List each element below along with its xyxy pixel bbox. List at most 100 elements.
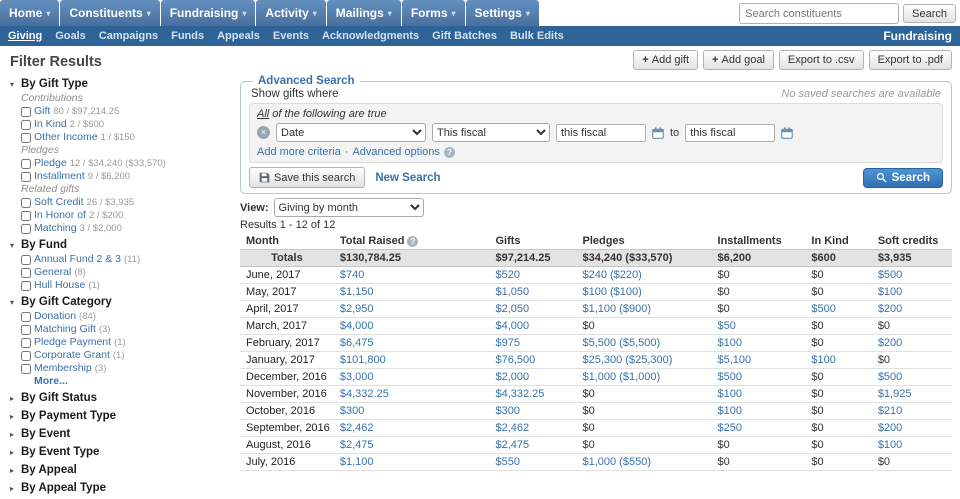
filter-checkbox[interactable]: [21, 133, 31, 143]
filter-link[interactable]: Pledge: [34, 157, 67, 170]
filter-checkbox[interactable]: [21, 338, 31, 348]
filter-checkbox[interactable]: [21, 351, 31, 361]
filter-checkbox[interactable]: [21, 224, 31, 234]
gift-amount-link[interactable]: $210: [878, 405, 902, 417]
gift-amount-link[interactable]: $740: [340, 269, 364, 281]
criteria-operator-select[interactable]: This fiscal: [432, 123, 550, 142]
filter-group-toggle[interactable]: ▸By Gift Status: [10, 391, 226, 406]
add-gift-button[interactable]: +Add gift: [633, 50, 698, 70]
filter-checkbox[interactable]: [21, 281, 31, 291]
gift-amount-link[interactable]: $200: [878, 303, 902, 315]
gift-amount-link[interactable]: $100: [811, 354, 835, 366]
advanced-search-button[interactable]: Search: [863, 168, 943, 188]
subnav-gift-batches[interactable]: Gift Batches: [432, 26, 497, 46]
gift-amount-link[interactable]: $240 ($220): [582, 269, 641, 281]
filter-group-toggle[interactable]: ▸By Payment Type: [10, 409, 226, 424]
search-input[interactable]: [739, 3, 899, 24]
date-start-input[interactable]: [556, 124, 646, 142]
subnav-funds[interactable]: Funds: [171, 26, 204, 46]
gift-amount-link[interactable]: $200: [878, 422, 902, 434]
gift-amount-link[interactable]: $500: [878, 269, 902, 281]
rule-all-toggle[interactable]: All: [257, 108, 269, 120]
gift-amount-link[interactable]: $4,332.25: [495, 388, 544, 400]
gift-amount-link[interactable]: $100: [718, 405, 742, 417]
filter-checkbox[interactable]: [21, 211, 31, 221]
advanced-options-link[interactable]: Advanced options: [352, 145, 439, 159]
criteria-field-select[interactable]: Date: [276, 123, 426, 142]
gift-amount-link[interactable]: $200: [878, 337, 902, 349]
filter-checkbox[interactable]: [21, 159, 31, 169]
gift-amount-link[interactable]: $2,950: [340, 303, 374, 315]
calendar-icon[interactable]: [781, 127, 793, 139]
new-search-link[interactable]: New Search: [375, 172, 440, 184]
subnav-acknowledgments[interactable]: Acknowledgments: [322, 26, 419, 46]
calendar-icon[interactable]: [652, 127, 664, 139]
gift-amount-link[interactable]: $1,100 ($900): [582, 303, 651, 315]
gift-amount-link[interactable]: $2,475: [340, 439, 374, 451]
gift-amount-link[interactable]: $300: [340, 405, 364, 417]
menu-settings[interactable]: Settings▾: [466, 0, 539, 26]
filter-checkbox[interactable]: [21, 107, 31, 117]
gift-amount-link[interactable]: $76,500: [495, 354, 535, 366]
gift-amount-link[interactable]: $101,800: [340, 354, 386, 366]
gift-amount-link[interactable]: $250: [718, 422, 742, 434]
gift-amount-link[interactable]: $100: [718, 337, 742, 349]
filter-link[interactable]: In Kind: [34, 118, 67, 131]
subnav-goals[interactable]: Goals: [55, 26, 86, 46]
gift-amount-link[interactable]: $100 ($100): [582, 286, 641, 298]
filter-link[interactable]: Gift: [34, 105, 50, 118]
gift-amount-link[interactable]: $4,332.25: [340, 388, 389, 400]
filter-link[interactable]: Matching Gift: [34, 323, 96, 336]
filter-checkbox[interactable]: [21, 312, 31, 322]
menu-constituents[interactable]: Constituents▾: [60, 0, 159, 26]
subnav-campaigns[interactable]: Campaigns: [99, 26, 158, 46]
gift-amount-link[interactable]: $5,500 ($5,500): [582, 337, 660, 349]
gift-amount-link[interactable]: $3,000: [340, 371, 374, 383]
help-icon[interactable]: ?: [444, 147, 455, 158]
filter-group-toggle[interactable]: ▾By Gift Type: [10, 77, 226, 92]
gift-amount-link[interactable]: $4,000: [340, 320, 374, 332]
gift-amount-link[interactable]: $520: [495, 269, 519, 281]
gift-amount-link[interactable]: $100: [718, 388, 742, 400]
gift-amount-link[interactable]: $2,462: [340, 422, 374, 434]
filter-link[interactable]: Annual Fund 2 & 3: [34, 253, 121, 266]
filter-link[interactable]: Corporate Grant: [34, 349, 110, 362]
gift-amount-link[interactable]: $1,925: [878, 388, 912, 400]
gift-amount-link[interactable]: $25,300 ($25,300): [582, 354, 672, 366]
filter-checkbox[interactable]: [21, 172, 31, 182]
export-to-pdf-button[interactable]: Export to .pdf: [869, 50, 952, 70]
gift-amount-link[interactable]: $5,100: [718, 354, 752, 366]
gift-amount-link[interactable]: $4,000: [495, 320, 529, 332]
gift-amount-link[interactable]: $975: [495, 337, 519, 349]
menu-activity[interactable]: Activity▾: [256, 0, 325, 26]
search-button[interactable]: Search: [903, 4, 956, 23]
gift-amount-link[interactable]: $300: [495, 405, 519, 417]
gift-amount-link[interactable]: $500: [878, 371, 902, 383]
filter-link[interactable]: Installment: [34, 170, 85, 183]
gift-amount-link[interactable]: $2,050: [495, 303, 529, 315]
more-link[interactable]: More...: [34, 375, 226, 388]
filter-group-toggle[interactable]: ▸By Appeal Type: [10, 481, 226, 496]
gift-amount-link[interactable]: $500: [718, 371, 742, 383]
menu-home[interactable]: Home▾: [0, 0, 59, 26]
filter-link[interactable]: Membership: [34, 362, 92, 375]
gift-amount-link[interactable]: $1,000 ($1,000): [582, 371, 660, 383]
gift-amount-link[interactable]: $100: [878, 439, 902, 451]
gift-amount-link[interactable]: $2,462: [495, 422, 529, 434]
filter-link[interactable]: Pledge Payment: [34, 336, 111, 349]
add-more-criteria-link[interactable]: Add more criteria: [257, 145, 341, 159]
filter-checkbox[interactable]: [21, 364, 31, 374]
subnav-appeals[interactable]: Appeals: [217, 26, 260, 46]
date-end-input[interactable]: [685, 124, 775, 142]
gift-amount-link[interactable]: $6,475: [340, 337, 374, 349]
subnav-bulk-edits[interactable]: Bulk Edits: [510, 26, 564, 46]
export-to-csv-button[interactable]: Export to .csv: [779, 50, 864, 70]
filter-link[interactable]: Other Income: [34, 131, 98, 144]
filter-group-toggle[interactable]: ▾By Gift Category: [10, 295, 226, 310]
filter-checkbox[interactable]: [21, 268, 31, 278]
view-select[interactable]: Giving by month: [274, 198, 424, 217]
filter-group-toggle[interactable]: ▾By Fund: [10, 238, 226, 253]
filter-checkbox[interactable]: [21, 325, 31, 335]
menu-fundraising[interactable]: Fundraising▾: [161, 0, 256, 26]
filter-checkbox[interactable]: [21, 255, 31, 265]
